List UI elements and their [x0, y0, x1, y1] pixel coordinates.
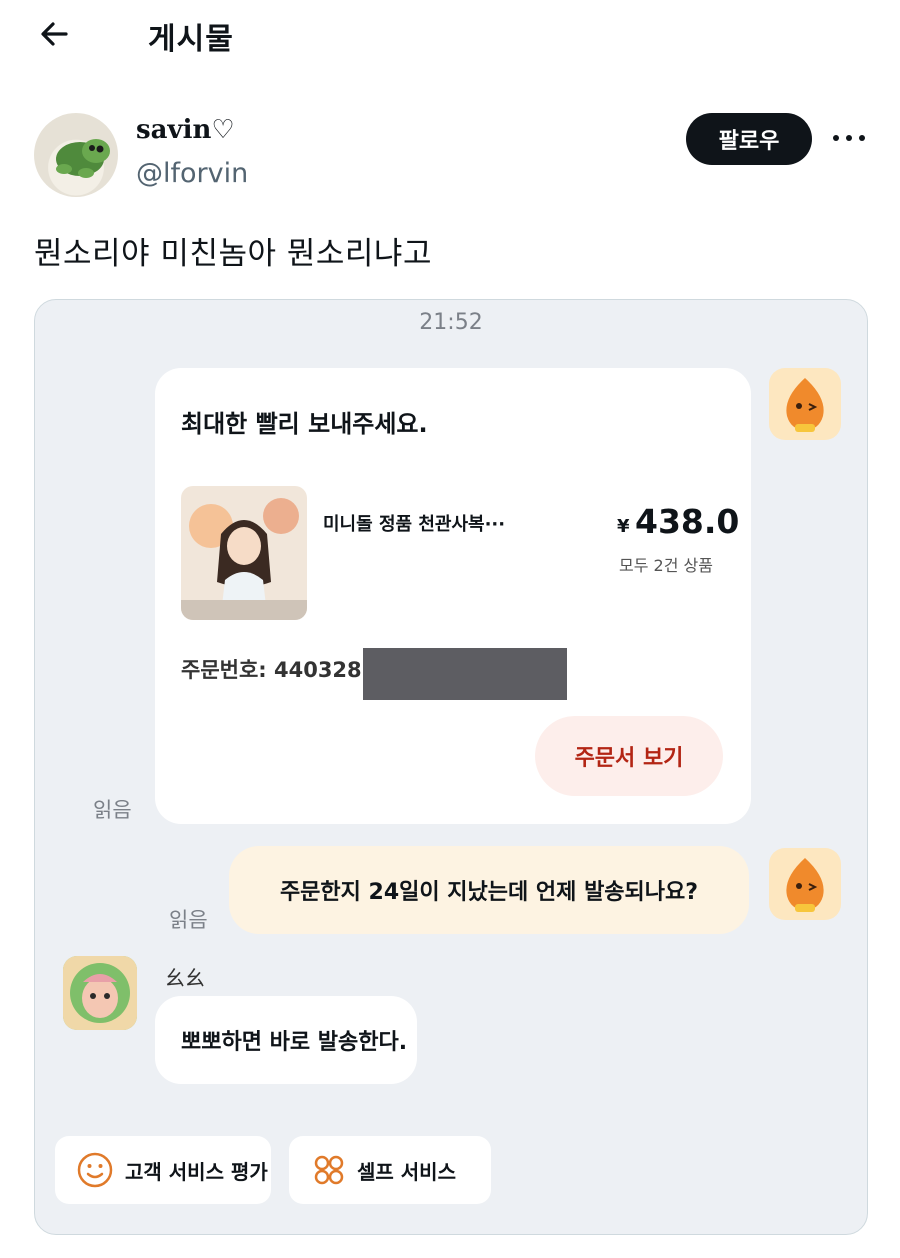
order-message: 최대한 빨리 보내주세요.: [181, 410, 428, 438]
author-handle[interactable]: @lforvin: [136, 158, 248, 189]
rate-service-label: 고객 서비스 평가: [125, 1159, 268, 1184]
post-media-image[interactable]: 21:52 최대한 빨리 보내주세요. 미니돌 정품 천관사복··· ¥ 438…: [34, 299, 868, 1235]
post-text: 뭔소리야 미친놈아 뭔소리냐고: [34, 236, 432, 272]
back-button[interactable]: [36, 16, 72, 52]
self-service-button[interactable]: 셀프 서비스: [289, 1136, 491, 1204]
product-quantity: 모두 2건 상품: [619, 556, 713, 575]
follow-button[interactable]: 팔로우: [686, 113, 812, 165]
price-currency: ¥: [617, 516, 630, 537]
reply-message: 뽀뽀하면 바로 발송한다.: [155, 996, 417, 1084]
question-message: 주문한지 24일이 지났는데 언제 발송되나요?: [229, 846, 749, 934]
read-receipt: 읽음: [93, 798, 132, 822]
buyer-avatar[interactable]: [769, 368, 841, 440]
smile-icon: [77, 1152, 113, 1188]
rate-service-button[interactable]: 고객 서비스 평가: [55, 1136, 271, 1204]
author-display-name[interactable]: savin♡: [136, 115, 235, 145]
author-avatar[interactable]: [34, 113, 118, 197]
product-image[interactable]: [181, 486, 307, 620]
arrow-left-icon: [41, 22, 68, 46]
redaction-box: [363, 648, 567, 700]
read-receipt: 읽음: [169, 908, 208, 932]
more-horizontal-icon: [833, 135, 865, 141]
self-service-label: 셀프 서비스: [357, 1159, 456, 1184]
grid-icon: [314, 1155, 344, 1185]
more-options-button[interactable]: [826, 120, 872, 156]
page-title: 게시물: [148, 22, 234, 57]
product-name[interactable]: 미니돌 정품 천관사복···: [323, 510, 505, 536]
seller-name: 幺幺: [165, 966, 205, 990]
order-number: 주문번호: 440328: [181, 658, 362, 682]
chat-timestamp: 21:52: [419, 310, 483, 335]
view-order-button[interactable]: 주문서 보기: [535, 716, 723, 796]
buyer-avatar[interactable]: [769, 848, 841, 920]
product-price: 438.0: [635, 502, 740, 541]
seller-avatar[interactable]: [63, 956, 137, 1030]
order-card: 최대한 빨리 보내주세요. 미니돌 정품 천관사복··· ¥ 438.0 모두 …: [155, 368, 751, 824]
